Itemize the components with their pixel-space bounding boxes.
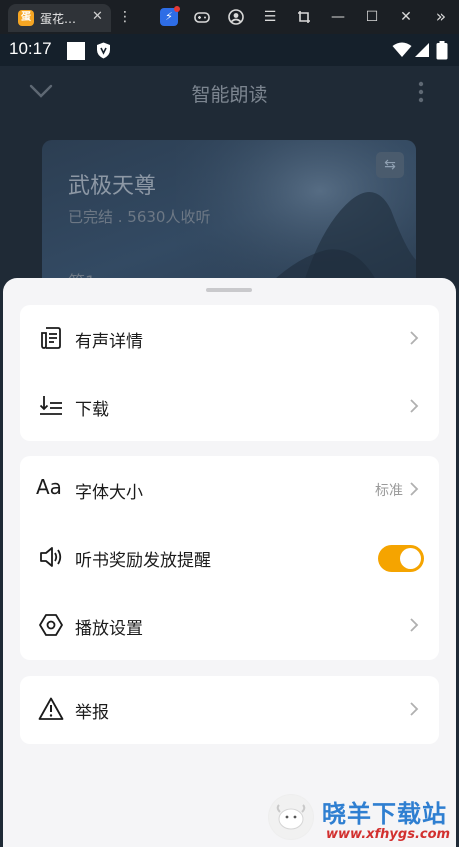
- reward-reminder-label: 听书奖励发放提醒: [75, 551, 211, 571]
- report-label: 举报: [75, 703, 109, 723]
- shield-icon: [97, 42, 110, 59]
- bottom-sheet: 有声详情 下载 Aa 字体大小 标准 听书奖励发放提醒 播放设置 举报: [3, 278, 456, 847]
- signal-icon: [415, 43, 429, 57]
- more-vertical-icon[interactable]: [412, 80, 430, 104]
- tab-close-icon[interactable]: ✕: [92, 9, 103, 24]
- playback-settings-label: 播放设置: [75, 619, 143, 639]
- minimize-icon[interactable]: —: [329, 8, 347, 26]
- watermark-url: www.xfhygs.com: [326, 827, 451, 842]
- settings-group-3: 举报: [20, 676, 439, 744]
- sheep-logo-icon: [268, 794, 314, 840]
- notification-dot: [174, 6, 180, 12]
- site-watermark: 晓羊下载站 www.xfhygs.com: [268, 788, 459, 847]
- player-header: 智能朗读: [0, 66, 459, 116]
- font-size-icon: Aa: [36, 475, 62, 499]
- chevron-right-icon: [410, 331, 419, 345]
- sheet-drag-handle[interactable]: [206, 288, 252, 292]
- reward-reminder-row: 听书奖励发放提醒: [20, 524, 439, 592]
- battery-icon: [436, 41, 448, 60]
- status-time: 10:17: [9, 39, 52, 58]
- download-list-icon: [39, 396, 62, 415]
- notification-square-icon: [67, 42, 85, 60]
- book-title: 武极天尊: [68, 174, 157, 199]
- toggle-knob: [400, 548, 421, 569]
- font-size-label: 字体大小: [75, 483, 143, 503]
- settings-hex-icon: [39, 614, 63, 636]
- download-label: 下载: [75, 400, 109, 420]
- settings-group-2: Aa 字体大小 标准 听书奖励发放提醒 播放设置: [20, 456, 439, 660]
- page-title: 智能朗读: [191, 84, 268, 106]
- menu-icon[interactable]: ☰: [261, 8, 279, 26]
- browser-tab[interactable]: 蛋 蛋花… ✕: [8, 4, 111, 32]
- crop-icon[interactable]: [295, 8, 313, 26]
- browser-kebab-icon[interactable]: ⋮: [116, 8, 134, 26]
- font-size-value: 标准: [375, 483, 403, 499]
- status-bar: 10:17: [0, 34, 459, 66]
- speaker-icon: [40, 547, 62, 567]
- playback-settings-row[interactable]: 播放设置: [20, 592, 439, 660]
- extension-bolt-icon[interactable]: ⚡: [160, 6, 180, 26]
- watermark-title: 晓羊下载站: [322, 800, 447, 828]
- document-icon: [41, 327, 61, 349]
- account-icon[interactable]: [227, 8, 245, 26]
- font-size-row[interactable]: Aa 字体大小 标准: [20, 456, 439, 524]
- gamepad-icon[interactable]: [193, 8, 211, 26]
- chevron-right-icon: [410, 702, 419, 716]
- browser-tab-bar: 蛋 蛋花… ✕ ⋮ ⚡ ☰ — ☐ ✕ »: [0, 0, 459, 34]
- warning-icon: [38, 697, 64, 720]
- chevrons-right-icon[interactable]: »: [432, 8, 450, 26]
- maximize-icon[interactable]: ☐: [363, 8, 381, 26]
- chevron-right-icon: [410, 618, 419, 632]
- download-row[interactable]: 下载: [20, 373, 439, 441]
- audio-details-row[interactable]: 有声详情: [20, 305, 439, 373]
- book-meta: 已完结 . 5630人收听: [68, 208, 211, 226]
- audio-details-label: 有声详情: [75, 332, 143, 352]
- chevron-right-icon: [410, 482, 419, 496]
- close-icon[interactable]: ✕: [397, 8, 415, 26]
- wifi-icon: [392, 42, 412, 57]
- settings-group-1: 有声详情 下载: [20, 305, 439, 441]
- report-row[interactable]: 举报: [20, 676, 439, 744]
- swap-icon[interactable]: ⇆: [376, 152, 404, 178]
- tab-title: 蛋花…: [40, 12, 77, 26]
- app-favicon-icon: 蛋: [18, 10, 34, 26]
- reward-reminder-toggle[interactable]: [378, 545, 424, 572]
- chevron-right-icon: [410, 399, 419, 413]
